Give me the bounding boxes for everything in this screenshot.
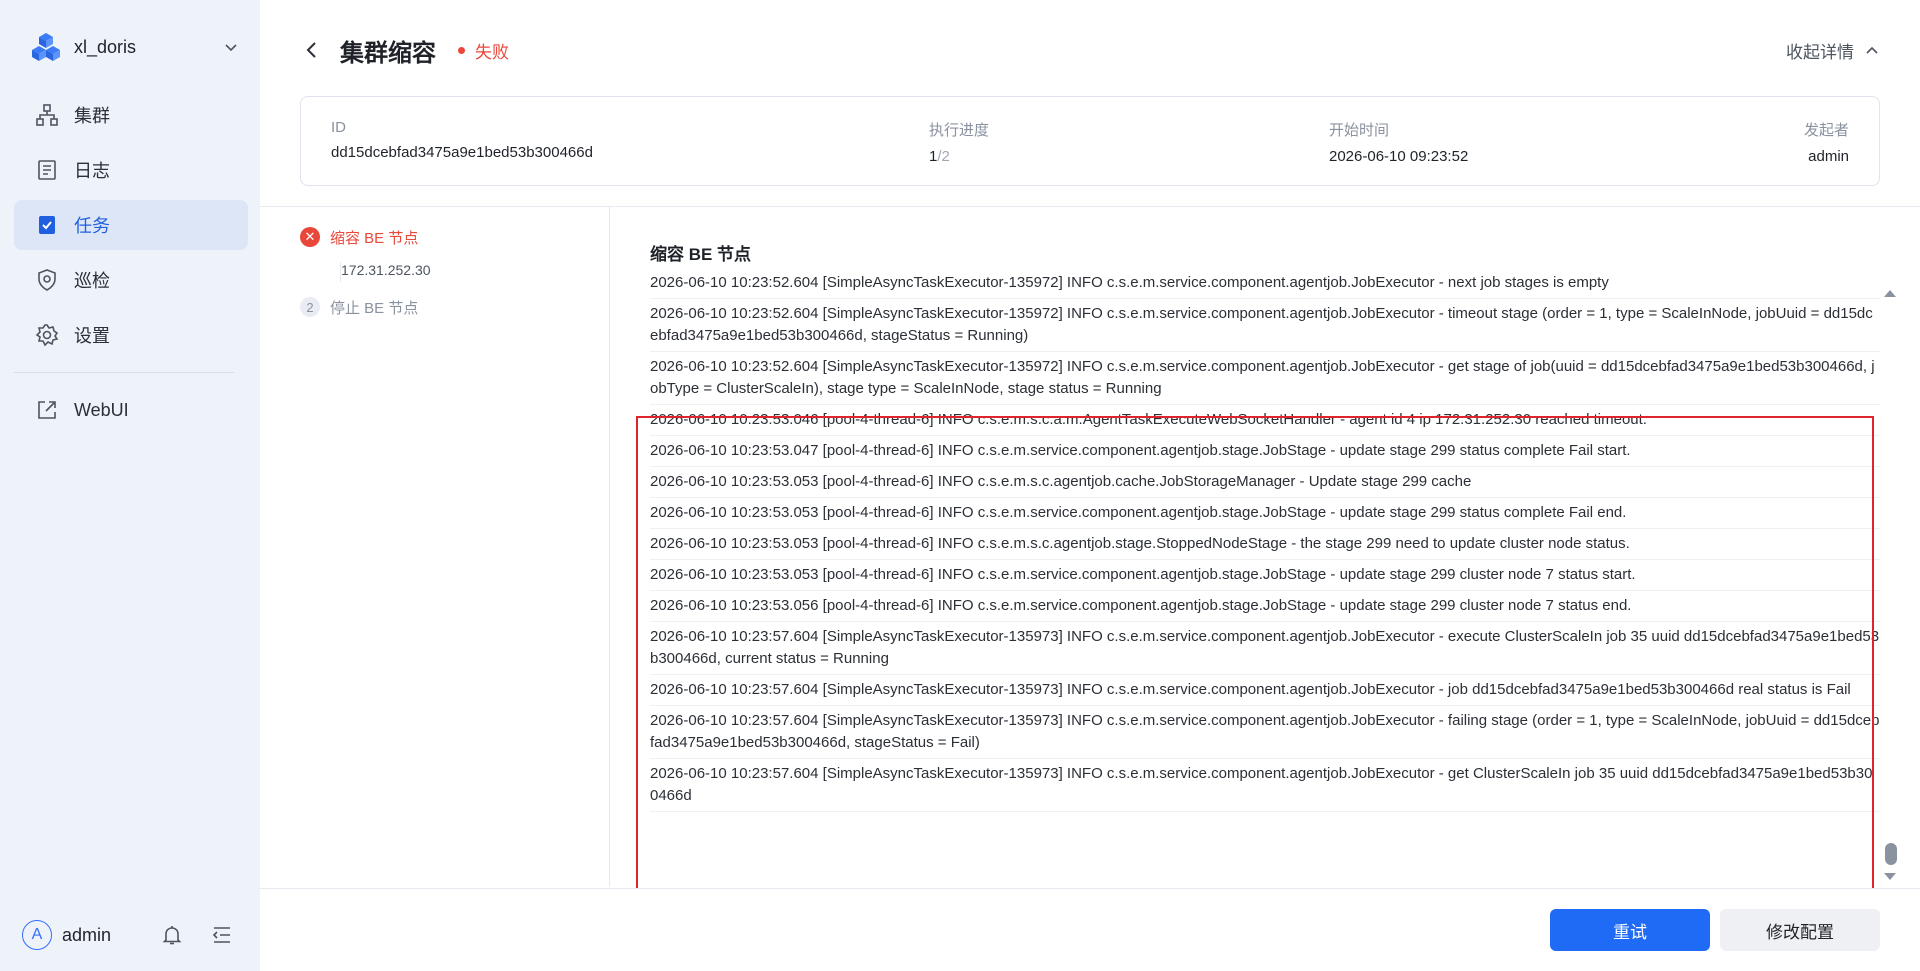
log-line: 2026-06-10 10:23:53.053 [pool-4-thread-6… — [650, 560, 1880, 591]
retry-button[interactable]: 重试 — [1550, 909, 1710, 951]
collapse-details-toggle[interactable]: 收起详情 — [1786, 38, 1880, 63]
sidebar-nav: 集群 日志 任务 巡检 设置 WebUI — [14, 90, 248, 440]
user-area: A admin — [22, 917, 242, 953]
chevron-up-icon — [1866, 46, 1878, 54]
log-line: 2026-06-10 10:23:57.604 [SimpleAsyncTask… — [650, 675, 1880, 706]
status-dot — [458, 46, 465, 54]
page-header: 集群缩容 失败 — [300, 30, 509, 70]
sidebar-item-log[interactable]: 日志 — [14, 145, 248, 195]
scroll-up-arrow-icon[interactable] — [1884, 290, 1896, 297]
log-line: 2026-06-10 10:23:53.053 [pool-4-thread-6… — [650, 467, 1880, 498]
step-item-stop-be[interactable]: 2 停止 BE 节点 — [300, 296, 600, 318]
initiator-label: 发起者 — [1803, 122, 1849, 139]
sidebar-item-label: 设置 — [74, 326, 110, 346]
sidebar-item-settings[interactable]: 设置 — [14, 310, 248, 360]
log-line: 2026-06-10 10:23:53.053 [pool-4-thread-6… — [650, 498, 1880, 529]
modify-config-button[interactable]: 修改配置 — [1720, 909, 1880, 951]
shield-icon — [34, 267, 60, 293]
progress-total: /2 — [937, 148, 950, 165]
step-number: 2 — [300, 297, 320, 317]
fail-icon: ✕ — [300, 227, 320, 247]
sidebar-item-label: 巡检 — [74, 271, 110, 291]
sidebar-item-cluster[interactable]: 集群 — [14, 90, 248, 140]
log-line: 2026-06-10 10:23:53.047 [pool-4-thread-6… — [650, 436, 1880, 467]
divider — [260, 206, 1920, 207]
task-icon — [34, 212, 60, 238]
divider — [609, 207, 610, 887]
log-title: 缩容 BE 节点 — [650, 245, 752, 264]
log-line: 2026-06-10 10:23:52.604 [SimpleAsyncTask… — [650, 299, 1880, 352]
cluster-name: xl_doris — [74, 36, 137, 57]
log-line: 2026-06-10 10:23:52.604 [SimpleAsyncTask… — [650, 275, 1880, 299]
id-value: dd15dcebfad3475a9e1bed53b300466d — [331, 144, 593, 161]
id-label: ID — [331, 119, 346, 136]
scroll-down-arrow-icon[interactable] — [1884, 873, 1896, 880]
task-info-card: ID dd15dcebfad3475a9e1bed53b300466d 执行进度… — [300, 96, 1880, 186]
step-label: 停止 BE 节点 — [330, 299, 419, 317]
back-arrow-icon[interactable] — [300, 38, 324, 62]
status-badge: 失败 — [458, 38, 509, 63]
initiator-value: admin — [1808, 148, 1849, 165]
step-sub-node[interactable]: 172.31.252.30 — [340, 262, 600, 282]
sidebar-item-label: WebUI — [74, 399, 129, 420]
chevron-down-icon — [225, 44, 237, 52]
page-title: 集群缩容 — [340, 39, 436, 67]
node-ip: 172.31.252.30 — [341, 262, 431, 278]
log-line: 2026-06-10 10:23:53.046 [pool-4-thread-6… — [650, 405, 1880, 436]
start-time-label: 开始时间 — [1329, 122, 1390, 139]
progress-value: 1/2 — [929, 148, 989, 165]
collapse-details-label: 收起详情 — [1786, 43, 1854, 62]
main-content: 集群缩容 失败 收起详情 ID dd15dcebfad3475a9e1bed53… — [260, 0, 1920, 971]
sidebar-divider — [14, 372, 234, 373]
external-link-icon — [34, 397, 60, 423]
log-list: 2026-06-10 10:23:52.604 [SimpleAsyncTask… — [650, 275, 1880, 812]
status-text: 失败 — [475, 42, 509, 62]
info-initiator: 发起者 admin — [1804, 119, 1849, 165]
log-line: 2026-06-10 10:23:53.053 [pool-4-thread-6… — [650, 529, 1880, 560]
action-footer: 重试 修改配置 — [260, 888, 1920, 971]
log-line: 2026-06-10 10:23:57.604 [SimpleAsyncTask… — [650, 759, 1880, 812]
log-line: 2026-06-10 10:23:52.604 [SimpleAsyncTask… — [650, 352, 1880, 405]
info-progress: 执行进度 1/2 — [929, 119, 989, 165]
sidebar-item-webui[interactable]: WebUI — [14, 385, 248, 435]
step-item-scale-in[interactable]: ✕ 缩容 BE 节点 — [300, 226, 600, 248]
cubes-logo-icon — [32, 33, 60, 61]
sidebar-item-inspection[interactable]: 巡检 — [14, 255, 248, 305]
sidebar-item-label: 日志 — [74, 161, 110, 181]
log-icon — [34, 157, 60, 183]
step-list: ✕ 缩容 BE 节点 172.31.252.30 2 停止 BE 节点 — [300, 226, 600, 318]
log-line: 2026-06-10 10:23:53.056 [pool-4-thread-6… — [650, 591, 1880, 622]
gear-icon — [34, 322, 60, 348]
info-id: ID dd15dcebfad3475a9e1bed53b300466d — [331, 119, 593, 161]
start-time-value: 2026-06-10 09:23:52 — [1329, 148, 1469, 165]
log-line: 2026-06-10 10:23:57.604 [SimpleAsyncTask… — [650, 706, 1880, 759]
info-start-time: 开始时间 2026-06-10 09:23:52 — [1329, 119, 1468, 165]
step-label: 缩容 BE 节点 — [330, 229, 419, 247]
collapse-sidebar-icon[interactable] — [210, 923, 234, 947]
sidebar-item-label: 集群 — [74, 106, 110, 126]
progress-label: 执行进度 — [929, 122, 990, 139]
log-viewer[interactable]: 2026-06-10 10:23:52.604 [SimpleAsyncTask… — [650, 275, 1920, 887]
sidebar-item-label: 任务 — [74, 216, 110, 236]
sidebar-item-task[interactable]: 任务 — [14, 200, 248, 250]
avatar[interactable]: A — [22, 920, 52, 950]
scrollbar-thumb[interactable] — [1885, 843, 1897, 865]
cluster-icon — [34, 102, 60, 128]
sidebar: xl_doris 集群 日志 任务 巡检 设置 WebUI A admin — [0, 0, 260, 971]
username: admin — [62, 924, 112, 945]
log-line: 2026-06-10 10:23:57.604 [SimpleAsyncTask… — [650, 622, 1880, 675]
bell-icon[interactable] — [160, 923, 184, 947]
cluster-switcher[interactable]: xl_doris — [30, 30, 240, 64]
